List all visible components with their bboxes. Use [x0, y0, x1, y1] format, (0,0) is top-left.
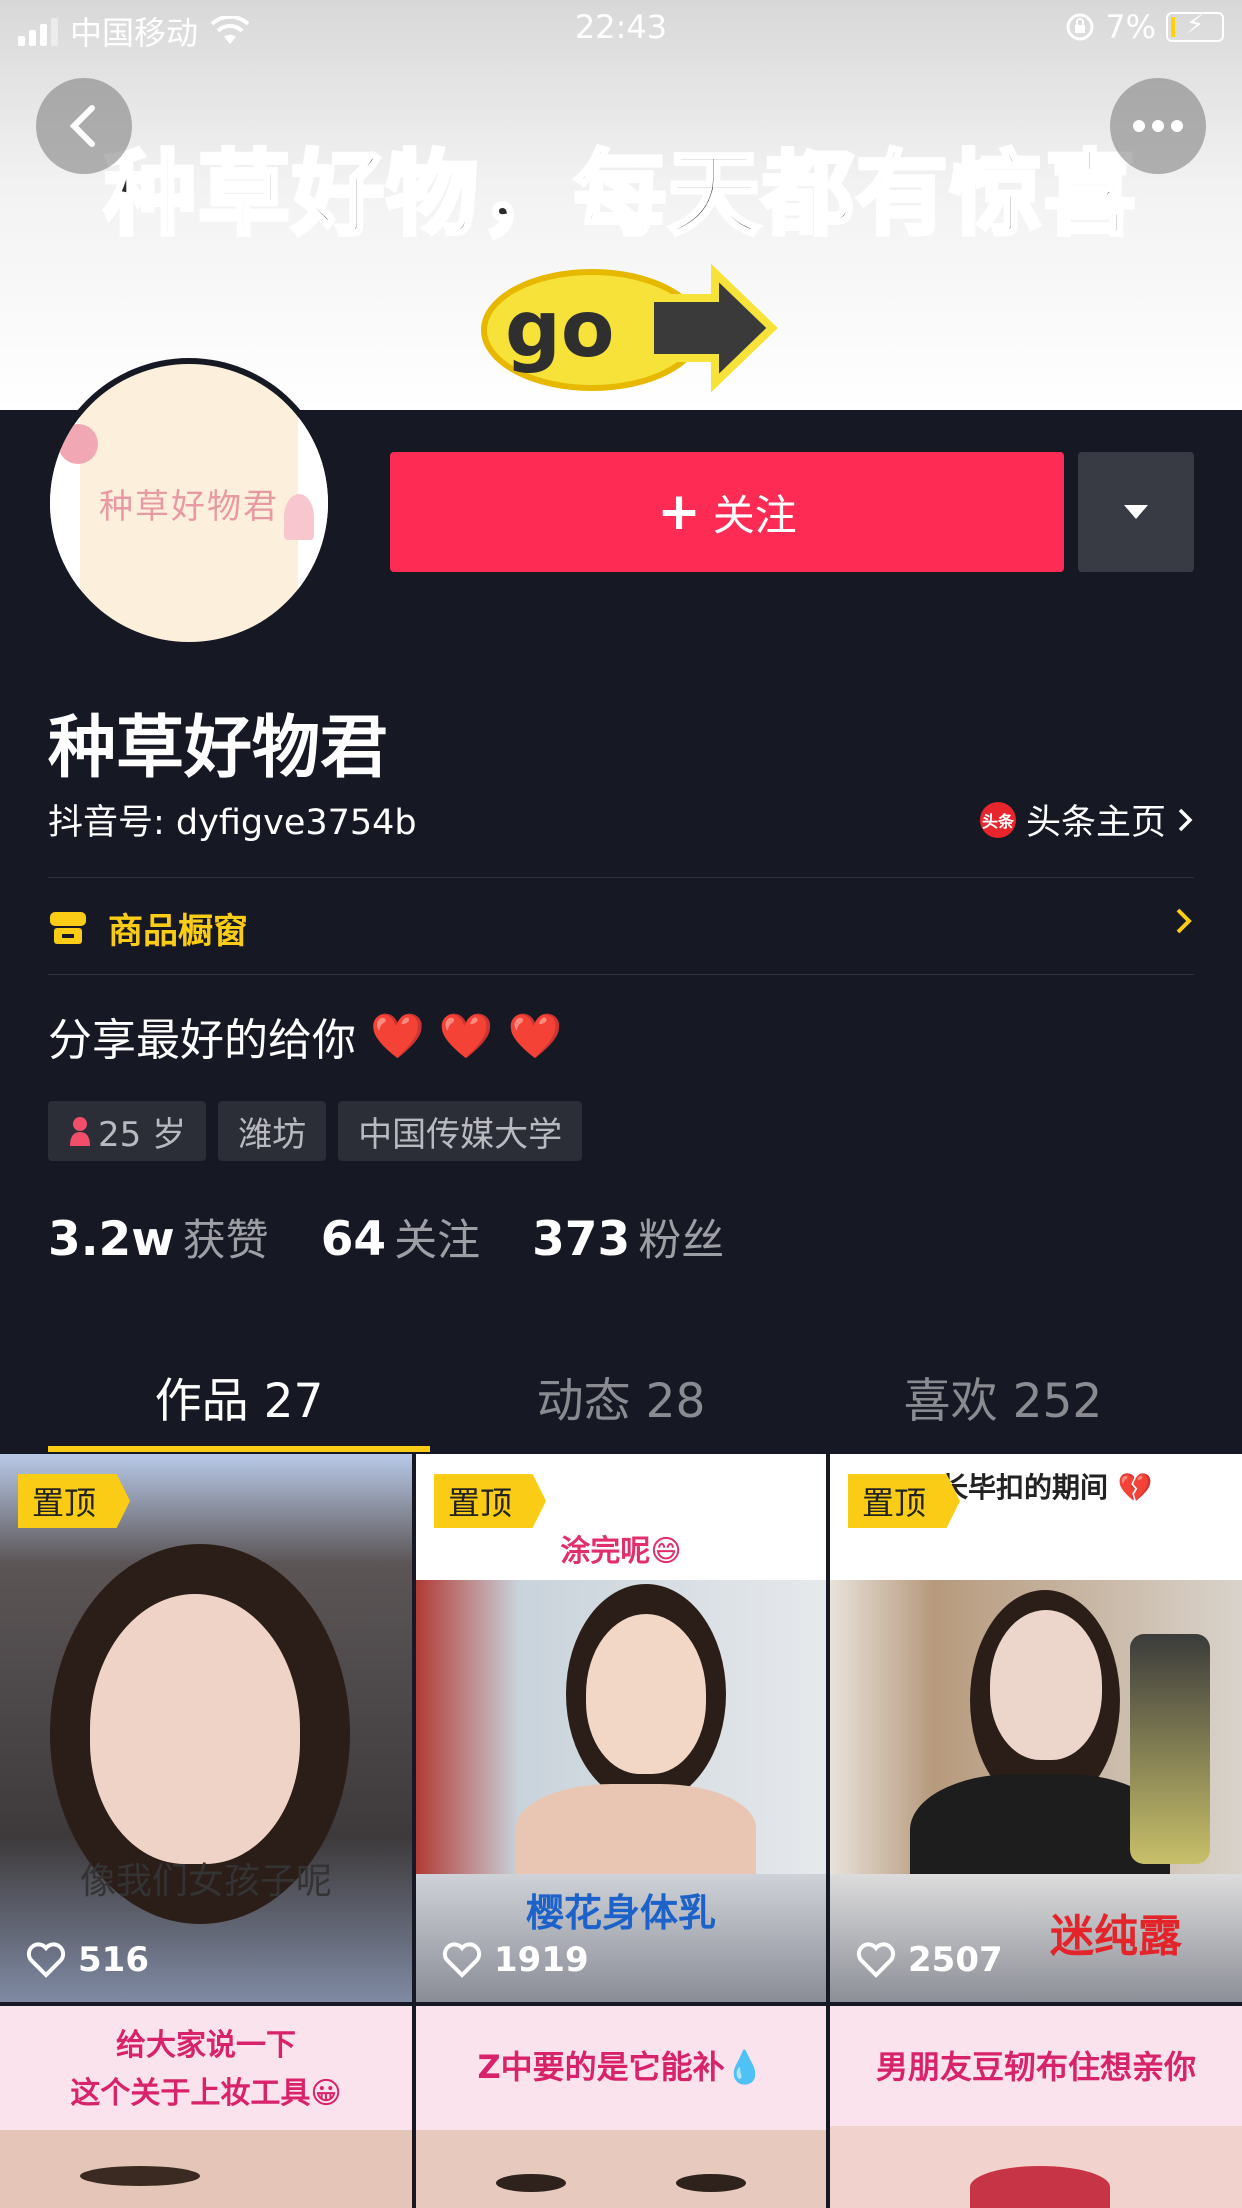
- video-likes: 2507: [856, 1940, 1003, 1980]
- fans-label[interactable]: 粉丝: [638, 1206, 724, 1268]
- city-tag: 潍坊: [218, 1101, 327, 1161]
- video-caption-top: 涂完呢😄: [560, 1534, 682, 1569]
- shop-window-row[interactable]: 商品橱窗: [48, 900, 1194, 956]
- video-thumbnail[interactable]: Z中要的是它能补💧: [416, 2006, 826, 2208]
- avatar-text: 种草好物君: [99, 486, 279, 527]
- follow-button[interactable]: + 关注: [390, 452, 1064, 572]
- toutiao-homepage-link[interactable]: 头条 头条主页: [979, 794, 1194, 845]
- video-thumbnail[interactable]: 给大家说一下 这个关于上妆工具😀: [0, 2006, 412, 2208]
- video-thumbnail[interactable]: 置顶 像我们女孩子呢 516: [0, 1454, 412, 2002]
- profile-name: 种草好物君: [48, 709, 389, 788]
- divider: [48, 974, 1194, 975]
- video-caption-top: 给大家说一下: [116, 2028, 296, 2063]
- banner-headline: 种草好物，每天都有惊喜: [102, 139, 1138, 250]
- video-caption-top: Z中要的是它能补💧: [477, 2048, 765, 2086]
- clock: 22:43: [574, 8, 668, 46]
- video-caption-top-2: 这个关于上妆工具😀: [70, 2076, 342, 2111]
- svg-text:go: go: [505, 285, 614, 375]
- toutiao-link-label: 头条主页: [1025, 803, 1166, 843]
- go-sticker: go: [481, 263, 778, 393]
- age-tag: 25 岁: [48, 1101, 207, 1161]
- school-tag: 中国传媒大学: [338, 1101, 583, 1161]
- pinned-badge: 置顶: [434, 1474, 547, 1528]
- chevron-right-icon: [1178, 808, 1193, 831]
- profile-tags: 25 岁 潍坊 中国传媒大学: [48, 1101, 583, 1161]
- hearts-emoji: ❤️ ❤️ ❤️: [370, 1011, 563, 1062]
- recommend-dropdown-button[interactable]: [1078, 452, 1194, 572]
- pinned-badge: 置顶: [18, 1474, 131, 1528]
- more-options-button[interactable]: [1110, 78, 1206, 174]
- tab-liked[interactable]: 喜欢 252: [796, 1362, 1210, 1431]
- video-caption: 樱花身体乳: [525, 1891, 716, 1935]
- bio: 分享最好的给你 ❤️ ❤️ ❤️: [48, 1004, 562, 1068]
- plus-icon: +: [657, 482, 701, 542]
- ellipsis-icon: [1133, 120, 1183, 132]
- shop-window-label: 商品橱窗: [108, 911, 249, 952]
- video-caption-top: 男朋友豆轫布住想亲你: [875, 2048, 1196, 2086]
- toutiao-logo-icon: 头条: [979, 801, 1016, 838]
- following-label[interactable]: 关注: [394, 1206, 480, 1268]
- content-tabs: 作品 27 动态 28 喜欢 252: [0, 1350, 1242, 1454]
- bio-text: 分享最好的给你: [48, 1015, 356, 1066]
- battery-percent: 7%: [1105, 8, 1156, 46]
- status-bar: 中国移动 22:43 7% ⚡: [0, 0, 1242, 58]
- likes-count: 3.2w: [48, 1212, 175, 1267]
- back-button[interactable]: [36, 78, 132, 174]
- profile-banner: 种草好物，每天都有惊喜 go: [0, 0, 1242, 410]
- following-count[interactable]: 64: [321, 1212, 386, 1267]
- video-thumbnail[interactable]: 涂完呢😄 樱花身体乳 置顶 1919: [416, 1454, 826, 2002]
- video-thumbnail[interactable]: 男朋友豆轫布住想亲你: [830, 2006, 1242, 2208]
- video-thumbnail[interactable]: 长毕扣的期间 💔 迷纯露 置顶 2507: [830, 1454, 1242, 2002]
- caret-down-icon: [1124, 505, 1148, 519]
- active-tab-indicator: [48, 1446, 430, 1452]
- battery-icon: ⚡: [1166, 10, 1224, 42]
- shop-icon: [50, 912, 86, 944]
- heart-outline-icon: [442, 1942, 482, 1978]
- divider: [48, 877, 1194, 878]
- chevron-right-icon: [1176, 908, 1192, 934]
- video-likes: 1919: [442, 1940, 589, 1980]
- chevron-left-icon: [69, 105, 95, 147]
- video-likes: 516: [26, 1940, 149, 1980]
- douyin-id: 抖音号: dyfigve3754b: [48, 803, 417, 843]
- video-caption-top: 长毕扣的期间 💔: [940, 1471, 1153, 1504]
- video-grid: 置顶 像我们女孩子呢 516 涂完呢😄 樱花身体乳 置顶 1919 长毕扣的期间…: [0, 1454, 1242, 2208]
- heart-outline-icon: [856, 1942, 896, 1978]
- female-icon: [70, 1117, 90, 1146]
- likes-label: 获赞: [182, 1216, 269, 1266]
- pinned-badge: 置顶: [848, 1474, 961, 1528]
- profile-stats: 3.2w 获赞 64 关注 373 粉丝: [48, 1206, 776, 1268]
- video-caption: 像我们女孩子呢: [79, 1861, 332, 1902]
- fans-count[interactable]: 373: [532, 1212, 630, 1267]
- tab-works[interactable]: 作品 27: [32, 1362, 446, 1431]
- rotation-lock-icon: [1066, 13, 1094, 41]
- tab-moments[interactable]: 动态 28: [414, 1362, 828, 1431]
- avatar[interactable]: 种草好物君: [44, 358, 334, 648]
- heart-outline-icon: [26, 1942, 66, 1978]
- follow-label: 关注: [712, 490, 797, 540]
